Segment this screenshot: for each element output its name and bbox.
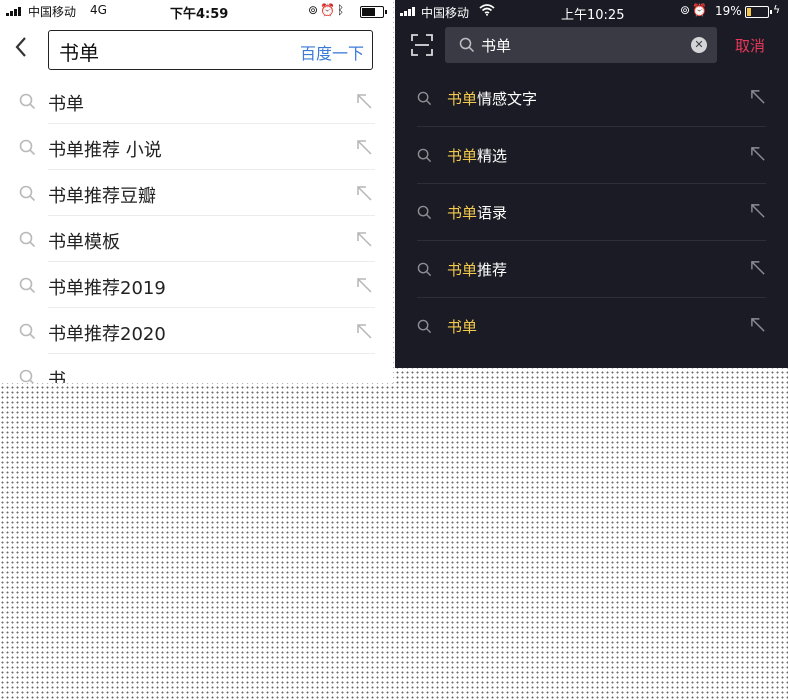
status-icons: ⊚⏰ — [680, 3, 709, 17]
suggestion-text: 书单语录 — [447, 202, 507, 223]
suggestion-text: 书单精选 — [447, 145, 507, 166]
suggestion-text: 书单推荐2019 — [48, 278, 166, 299]
search-icon — [417, 148, 432, 163]
search-icon — [19, 277, 36, 294]
search-icon — [19, 231, 36, 248]
fill-arrow-icon[interactable] — [750, 317, 766, 333]
status-icons: ⊚⏰ᛒ — [308, 3, 346, 17]
network-type: 4G — [90, 3, 107, 17]
suggestion-highlight: 书单 — [447, 147, 478, 165]
suggestion-highlight: 书单 — [447, 318, 478, 336]
alarm-icon: ⏰ — [320, 3, 338, 17]
suggestion-item[interactable]: 书单精选 — [395, 127, 788, 184]
fill-arrow-icon[interactable] — [356, 185, 373, 202]
search-icon — [19, 139, 36, 156]
status-time: 下午4:59 — [170, 7, 229, 22]
suggestion-item[interactable]: 书单情感文字 — [395, 70, 788, 127]
status-time: 上午10:25 — [561, 8, 625, 23]
suggestion-item[interactable]: 书单推荐 — [395, 241, 788, 298]
location-lock-icon: ⊚ — [308, 3, 321, 17]
search-box[interactable]: 书单 ✕ — [445, 27, 717, 63]
search-icon — [417, 319, 432, 334]
suggestion-item[interactable]: 书 — [0, 354, 393, 383]
suggestion-item[interactable]: 书单 — [0, 78, 393, 124]
fill-arrow-icon[interactable] — [356, 231, 373, 248]
battery-percent: 19% — [715, 4, 742, 18]
battery-icon — [360, 6, 387, 18]
back-arrow-icon — [15, 37, 26, 57]
suggestion-text: 书单推荐豆瓣 — [48, 186, 156, 207]
fill-arrow-icon[interactable] — [356, 93, 373, 110]
search-icon — [417, 205, 432, 220]
fill-arrow-icon[interactable] — [356, 323, 373, 340]
status-bar: 中国移动 4G 下午4:59 ⊚⏰ᛒ — [0, 0, 393, 22]
search-input[interactable]: 书单 — [59, 37, 99, 66]
alarm-icon: ⏰ — [692, 3, 710, 17]
suggestion-item[interactable]: 书单模板 — [0, 216, 393, 262]
suggestion-text: 书单推荐 小说 — [48, 140, 162, 161]
search-icon — [417, 262, 432, 277]
suggestion-item[interactable]: 书单推荐2019 — [0, 262, 393, 308]
fill-arrow-icon[interactable] — [750, 260, 766, 276]
suggestion-item[interactable]: 书单推荐豆瓣 — [0, 170, 393, 216]
suggestion-highlight: 书单 — [447, 261, 478, 279]
location-lock-icon: ⊚ — [680, 3, 693, 17]
search-icon — [19, 93, 36, 110]
dark-search-screen: 中国移动 上午10:25 ⊚⏰ 19% ϟ 书单 ✕ 取消 书单情感文字 书单精… — [395, 0, 788, 368]
search-icon — [19, 185, 36, 202]
search-icon — [19, 369, 35, 383]
baidu-search-screen: 中国移动 4G 下午4:59 ⊚⏰ᛒ 书单 百度一下 书单 书单推荐 小说 书单… — [0, 0, 393, 383]
suggestion-text: 书单 — [48, 94, 84, 115]
scan-icon[interactable] — [411, 34, 433, 56]
search-icon — [417, 91, 432, 106]
charging-icon: ϟ — [773, 3, 781, 16]
suggestion-rest: 情感文字 — [477, 90, 538, 108]
suggestion-rest: 推荐 — [477, 261, 508, 279]
suggestion-text: 书单推荐2020 — [48, 324, 166, 345]
back-button[interactable] — [14, 36, 38, 64]
suggestion-item[interactable]: 书单 — [395, 298, 788, 355]
search-header: 书单 ✕ 取消 — [395, 26, 788, 66]
clear-icon[interactable]: ✕ — [691, 37, 707, 53]
cancel-button[interactable]: 取消 — [735, 35, 765, 56]
suggestion-highlight: 书单 — [447, 90, 478, 108]
battery-icon — [745, 6, 772, 18]
signal-icon — [6, 7, 21, 16]
fill-arrow-icon[interactable] — [750, 146, 766, 162]
suggestion-text: 书单推荐 — [447, 259, 507, 280]
search-icon — [459, 37, 475, 53]
carrier-name: 中国移动 — [421, 6, 470, 20]
status-bar: 中国移动 上午10:25 ⊚⏰ 19% ϟ — [395, 0, 788, 23]
search-input[interactable]: 书单 — [481, 35, 511, 56]
carrier-name: 中国移动 — [28, 5, 77, 19]
bluetooth-icon: ᛒ — [337, 3, 347, 17]
suggestion-text: 书单模板 — [48, 232, 120, 253]
fill-arrow-icon[interactable] — [750, 89, 766, 105]
suggestion-list: 书单 书单推荐 小说 书单推荐豆瓣 书单模板 书单推荐2019 书单推荐2020… — [0, 78, 393, 383]
baidu-search-button[interactable]: 百度一下 — [300, 40, 364, 64]
suggestion-text: 书单情感文字 — [447, 88, 537, 109]
suggestion-highlight: 书单 — [447, 204, 478, 222]
suggestion-item[interactable]: 书单语录 — [395, 184, 788, 241]
fill-arrow-icon[interactable] — [356, 139, 373, 156]
fill-arrow-icon[interactable] — [750, 203, 766, 219]
suggestion-rest: 精选 — [477, 147, 508, 165]
search-box[interactable]: 书单 百度一下 — [48, 30, 373, 70]
suggestion-text: 书 — [48, 370, 66, 383]
suggestion-rest: 语录 — [477, 204, 508, 222]
suggestion-item[interactable]: 书单推荐 小说 — [0, 124, 393, 170]
search-icon — [19, 323, 36, 340]
suggestion-list: 书单情感文字 书单精选 书单语录 书单推荐 书单 — [395, 70, 788, 355]
wifi-icon — [479, 4, 495, 16]
fill-arrow-icon[interactable] — [356, 277, 373, 294]
suggestion-item[interactable]: 书单推荐2020 — [0, 308, 393, 354]
suggestion-text: 书单 — [447, 316, 477, 337]
signal-icon — [400, 7, 415, 16]
search-header: 书单 百度一下 — [0, 26, 393, 76]
